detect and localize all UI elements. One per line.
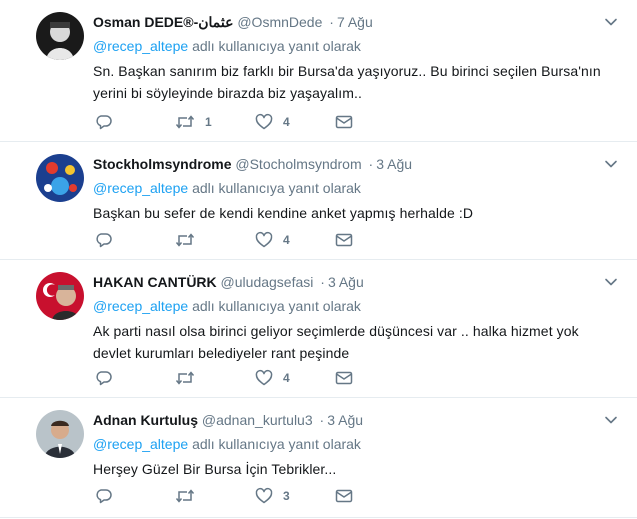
reply-icon [96, 115, 112, 130]
separator-dot: · [320, 274, 325, 290]
tweet-header: Adnan Kurtuluş @adnan_kurtulu3 · 3 Ağu [93, 410, 617, 430]
avatar[interactable] [36, 154, 84, 202]
heart-icon [255, 113, 273, 130]
separator-dot: · [329, 14, 334, 30]
like-button[interactable]: 4 [255, 368, 290, 388]
avatar[interactable] [36, 410, 84, 458]
tweet-header: Stockholmsyndrome @Stocholmsyndrom · 3 Ağ… [93, 154, 617, 174]
tweet[interactable]: HAKAN CANTÜRK @uludagsefasi · 3 Ağu @rece… [0, 260, 637, 398]
reply-context-label: adlı kullanıcıya yanıt olarak [192, 180, 361, 196]
reply-context: @recep_altepe adlı kullanıcıya yanıt ola… [93, 296, 617, 316]
separator-dot: · [319, 412, 325, 428]
chevron-down-icon[interactable] [603, 412, 619, 428]
tweet[interactable]: Adnan Kurtuluş @adnan_kurtulu3 · 3 Ağu @r… [0, 398, 637, 518]
tweet-text: Sn. Başkan sanırım biz farklı bir Bursa'… [93, 60, 617, 104]
mention-link[interactable]: @recep_altepe [93, 180, 188, 196]
mention-link[interactable]: @recep_altepe [93, 38, 188, 54]
like-count: 4 [283, 115, 290, 129]
chevron-down-icon[interactable] [603, 156, 619, 172]
avatar[interactable] [36, 272, 84, 320]
username[interactable]: @uludagsefasi [221, 274, 314, 290]
separator-dot: · [368, 156, 374, 172]
tweet[interactable]: Osman DEDE®-عثمان @OsmnDede · 7 Ağu @rece… [0, 0, 637, 142]
reply-button[interactable] [95, 368, 113, 388]
envelope-icon [335, 115, 353, 129]
tweet-text-line: Herşey Güzel Bir Bursa İçin Tebrikler... [93, 461, 337, 477]
like-count: 4 [283, 233, 290, 247]
tweet-text-line: Ak parti nasıl olsa birinci geliyor seçi… [93, 323, 579, 339]
reply-thread: Osman DEDE®-عثمان @OsmnDede · 7 Ağu @rece… [0, 0, 637, 518]
retweet-button[interactable] [175, 486, 205, 506]
reply-icon [96, 371, 112, 386]
timestamp[interactable]: 7 Ağu [337, 14, 373, 30]
timestamp[interactable]: 3 Ağu [327, 412, 363, 428]
retweet-button[interactable] [175, 230, 205, 250]
retweet-icon [175, 115, 195, 129]
envelope-icon [335, 233, 353, 247]
reply-context: @recep_altepe adlı kullanıcıya yanıt ola… [93, 178, 617, 198]
reply-button[interactable] [95, 230, 113, 250]
chevron-down-icon[interactable] [603, 14, 619, 30]
tweet-text: Başkan bu sefer de kendi kendine anket y… [93, 202, 617, 224]
like-button[interactable]: 3 [255, 486, 290, 506]
heart-icon [255, 231, 273, 248]
reply-button[interactable] [95, 486, 113, 506]
direct-message-button[interactable] [335, 230, 353, 250]
tweet-text-line: yerini bi söyleyinde birazda biz yaşayal… [93, 85, 362, 101]
tweet-text-line: devlet kurumları belediyeler rant peşind… [93, 345, 350, 361]
tweet-text: Herşey Güzel Bir Bursa İçin Tebrikler... [93, 458, 617, 480]
tweet-text-line: Sn. Başkan sanırım biz farklı bir Bursa'… [93, 63, 601, 79]
timestamp[interactable]: 3 Ağu [376, 156, 412, 172]
avatar[interactable] [36, 12, 84, 60]
reply-button[interactable] [95, 112, 113, 132]
reply-context: @recep_altepe adlı kullanıcıya yanıt ola… [93, 434, 617, 454]
tweet[interactable]: Stockholmsyndrome @Stocholmsyndrom · 3 Ağ… [0, 142, 637, 260]
like-button[interactable]: 4 [255, 230, 290, 250]
envelope-icon [335, 489, 353, 503]
direct-message-button[interactable] [335, 368, 353, 388]
mention-link[interactable]: @recep_altepe [93, 298, 188, 314]
like-count: 4 [283, 371, 290, 385]
envelope-icon [335, 371, 353, 385]
mention-link[interactable]: @recep_altepe [93, 436, 188, 452]
retweet-icon [175, 371, 195, 385]
reply-icon [96, 233, 112, 248]
like-button[interactable]: 4 [255, 112, 290, 132]
username[interactable]: @Stocholmsyndrom [235, 156, 361, 172]
reply-context: @recep_altepe adlı kullanıcıya yanıt ola… [93, 36, 617, 56]
timestamp[interactable]: 3 Ağu [328, 274, 364, 290]
display-name[interactable]: Stockholmsyndrome [93, 156, 231, 172]
direct-message-button[interactable] [335, 486, 353, 506]
reply-icon [96, 489, 112, 504]
display-name[interactable]: HAKAN CANTÜRK [93, 274, 217, 290]
reply-context-label: adlı kullanıcıya yanıt olarak [192, 298, 361, 314]
tweet-text: Ak parti nasıl olsa birinci geliyor seçi… [93, 320, 617, 364]
reply-context-label: adlı kullanıcıya yanıt olarak [192, 436, 361, 452]
retweet-count: 1 [205, 115, 212, 129]
retweet-icon [175, 489, 195, 503]
heart-icon [255, 369, 273, 386]
heart-icon [255, 487, 273, 504]
direct-message-button[interactable] [335, 112, 353, 132]
username[interactable]: @adnan_kurtulu3 [202, 412, 313, 428]
reply-context-label: adlı kullanıcıya yanıt olarak [192, 38, 361, 54]
tweet-header: Osman DEDE®-عثمان @OsmnDede · 7 Ağu [93, 12, 617, 32]
tweet-header: HAKAN CANTÜRK @uludagsefasi · 3 Ağu [93, 272, 617, 292]
display-name[interactable]: Osman DEDE®-عثمان [93, 14, 233, 30]
retweet-button[interactable]: 1 [175, 112, 212, 132]
display-name[interactable]: Adnan Kurtuluş [93, 412, 198, 428]
retweet-icon [175, 233, 195, 247]
like-count: 3 [283, 489, 290, 503]
chevron-down-icon[interactable] [603, 274, 619, 290]
username[interactable]: @OsmnDede [237, 14, 322, 30]
tweet-text-line: Başkan bu sefer de kendi kendine anket y… [93, 205, 474, 221]
retweet-button[interactable] [175, 368, 205, 388]
